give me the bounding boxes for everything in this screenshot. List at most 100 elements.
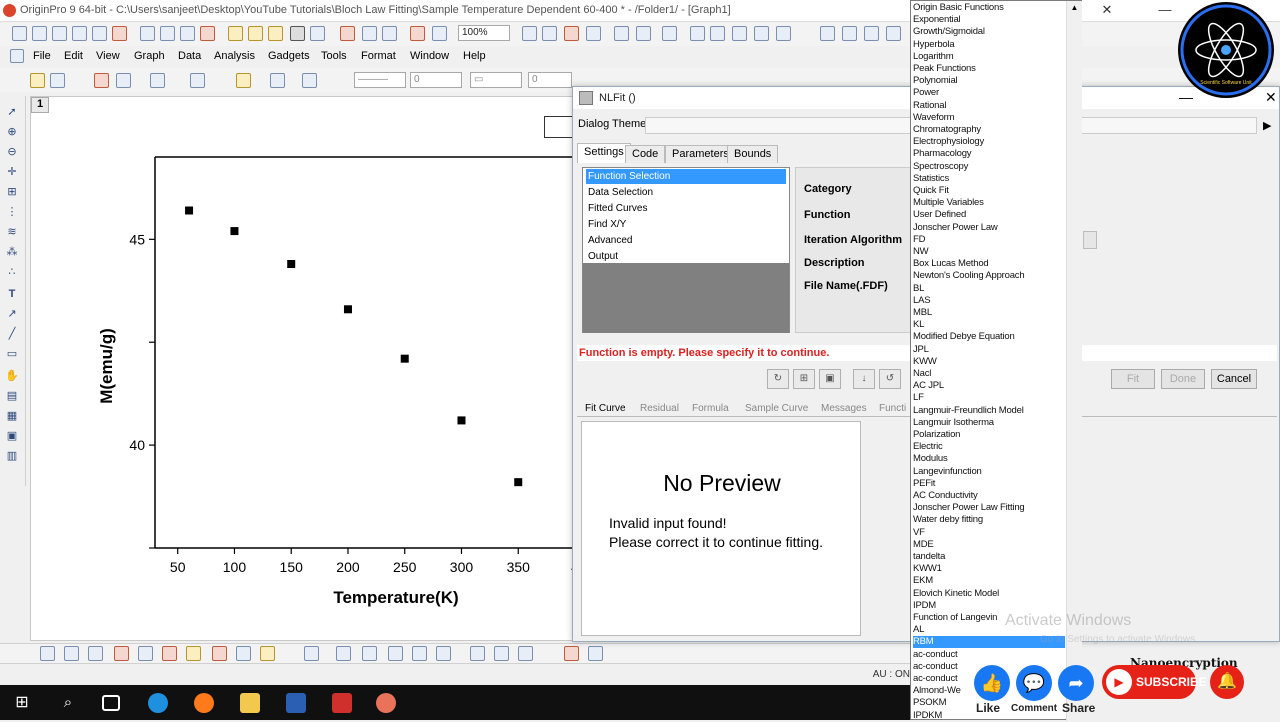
fit-one-icon[interactable]: ↓ — [853, 369, 875, 389]
mask-point-icon[interactable] — [94, 73, 109, 88]
category-item[interactable]: KL — [913, 319, 1065, 331]
category-item[interactable]: Quick Fit — [913, 185, 1065, 197]
origin-taskbar-icon[interactable] — [376, 693, 396, 713]
open-template-icon[interactable] — [248, 26, 263, 41]
edge-icon[interactable] — [148, 693, 168, 713]
screen-reader-icon[interactable]: ✛ — [5, 166, 19, 178]
category-item[interactable]: ac-conduct — [913, 649, 1065, 661]
add-color-scale-icon[interactable] — [518, 646, 533, 661]
insert-table-icon[interactable]: ▦ — [5, 410, 19, 422]
new-function-icon[interactable] — [112, 26, 127, 41]
contour-plot-icon[interactable] — [260, 646, 275, 661]
tab-parameters[interactable]: Parameters — [665, 145, 736, 163]
iteration-algorithm-select[interactable] — [1083, 231, 1097, 249]
data-reader-tool-icon[interactable]: ⊞ — [5, 186, 19, 198]
zoom-out-icon[interactable]: ⊖ — [5, 146, 19, 158]
mask-icon[interactable] — [842, 26, 857, 41]
tab-code[interactable]: Code — [625, 145, 666, 163]
share-icon[interactable]: ➦ — [1058, 665, 1094, 701]
new-legend-icon[interactable] — [470, 646, 485, 661]
bar-plot-icon[interactable] — [138, 646, 153, 661]
tree-advanced[interactable]: Advanced — [586, 233, 786, 248]
category-item[interactable]: Jonscher Power Law — [913, 222, 1065, 234]
project-explorer-icon[interactable] — [636, 26, 651, 41]
category-item[interactable]: Modulus — [913, 453, 1065, 465]
task-view-icon[interactable] — [102, 695, 120, 711]
new-excel-icon[interactable] — [52, 26, 67, 41]
category-item[interactable]: Newton's Cooling Approach — [913, 270, 1065, 282]
category-item[interactable]: KWW1 — [913, 563, 1065, 575]
search-icon[interactable]: ⌕ — [58, 693, 78, 713]
rectangle-tool-icon[interactable]: ▭ — [5, 348, 19, 360]
category-item[interactable]: Peak Functions — [913, 63, 1065, 75]
menu-data[interactable]: Data — [178, 50, 201, 62]
refresh-icon[interactable] — [542, 26, 557, 41]
code-builder-icon[interactable] — [564, 26, 579, 41]
draw-data-icon[interactable]: ≋ — [5, 226, 19, 238]
tab-messages[interactable]: Messages — [821, 403, 867, 414]
grid-icon[interactable] — [150, 73, 165, 88]
menu-gadgets[interactable]: Gadgets — [268, 50, 310, 62]
template-library-icon[interactable] — [304, 646, 319, 661]
close-graph-x-button[interactable]: ✕ — [1092, 2, 1122, 18]
tree-fitted-curves[interactable]: Fitted Curves — [586, 201, 786, 216]
category-item[interactable]: Chromatography — [913, 124, 1065, 136]
category-item[interactable]: BL — [913, 283, 1065, 295]
tree-find-xy[interactable]: Find X/Y — [586, 217, 786, 232]
acrobat-icon[interactable] — [332, 693, 352, 713]
menu-edit[interactable]: Edit — [64, 50, 83, 62]
tab-settings[interactable]: Settings — [577, 143, 631, 163]
fit-button[interactable]: Fit — [1111, 369, 1155, 389]
open-excel-icon[interactable] — [268, 26, 283, 41]
symbol-size-select[interactable]: 0 — [528, 72, 572, 88]
lock-icon[interactable] — [190, 73, 205, 88]
line-color-icon[interactable] — [302, 73, 317, 88]
category-item[interactable]: Origin Basic Functions — [913, 2, 1065, 14]
category-item[interactable]: Spectroscopy — [913, 161, 1065, 173]
category-item[interactable]: Rational — [913, 100, 1065, 112]
date-time-icon[interactable] — [494, 646, 509, 661]
category-item[interactable]: Power — [913, 87, 1065, 99]
region-mask-icon[interactable]: ⁂ — [5, 246, 19, 258]
cancel-button[interactable]: Cancel — [1211, 369, 1257, 389]
one-iteration-icon[interactable]: ⊞ — [793, 369, 815, 389]
category-item[interactable]: EKM — [913, 575, 1065, 587]
results-log-icon[interactable] — [586, 26, 601, 41]
text-tool-icon[interactable]: T — [5, 288, 19, 300]
file-explorer-icon[interactable] — [240, 693, 260, 713]
category-item[interactable]: Pharmacology — [913, 148, 1065, 160]
insert-color-scale-icon[interactable]: ▥ — [5, 450, 19, 462]
category-item[interactable]: Logarithm — [913, 51, 1065, 63]
fill-color-icon[interactable] — [236, 73, 251, 88]
category-item[interactable]: FD — [913, 234, 1065, 246]
tab-formula[interactable]: Formula — [692, 403, 729, 414]
category-item[interactable]: Modified Debye Equation — [913, 331, 1065, 343]
stacked-plot-icon[interactable] — [162, 646, 177, 661]
line-symbol-icon[interactable] — [88, 646, 103, 661]
quick-fit-icon[interactable] — [588, 646, 603, 661]
zoom-select[interactable]: 100% — [458, 25, 510, 41]
bell-icon[interactable]: 🔔 — [1210, 665, 1244, 699]
unmask-icon[interactable] — [116, 73, 131, 88]
category-item[interactable]: Statistics — [913, 173, 1065, 185]
import-multiple-icon[interactable] — [382, 26, 397, 41]
line-plot-icon[interactable] — [40, 646, 55, 661]
insert-equation-icon[interactable]: ▣ — [5, 430, 19, 442]
menu-window[interactable]: Window — [410, 50, 449, 62]
category-item[interactable]: Hyperbola — [913, 39, 1065, 51]
category-item[interactable]: PEFit — [913, 478, 1065, 490]
new-3d-icon[interactable] — [180, 26, 195, 41]
tab-residual[interactable]: Residual — [640, 403, 679, 414]
category-item[interactable]: LF — [913, 392, 1065, 404]
line-style-select[interactable]: ——— — [354, 72, 406, 88]
symbol-select[interactable]: ▭ — [470, 72, 522, 88]
new-doc-icon[interactable] — [200, 26, 215, 41]
link-layers-icon[interactable] — [436, 646, 451, 661]
category-item[interactable]: MBL — [913, 307, 1065, 319]
recalculate-icon[interactable] — [410, 26, 425, 41]
theme-arrow-icon[interactable]: ▶ — [1263, 119, 1271, 132]
new-workbook-icon[interactable] — [32, 26, 47, 41]
scatter-tool-icon[interactable]: ∴ — [5, 266, 19, 278]
new-notes-icon[interactable] — [160, 26, 175, 41]
scroll-up-icon[interactable]: ▲ — [1069, 3, 1080, 15]
